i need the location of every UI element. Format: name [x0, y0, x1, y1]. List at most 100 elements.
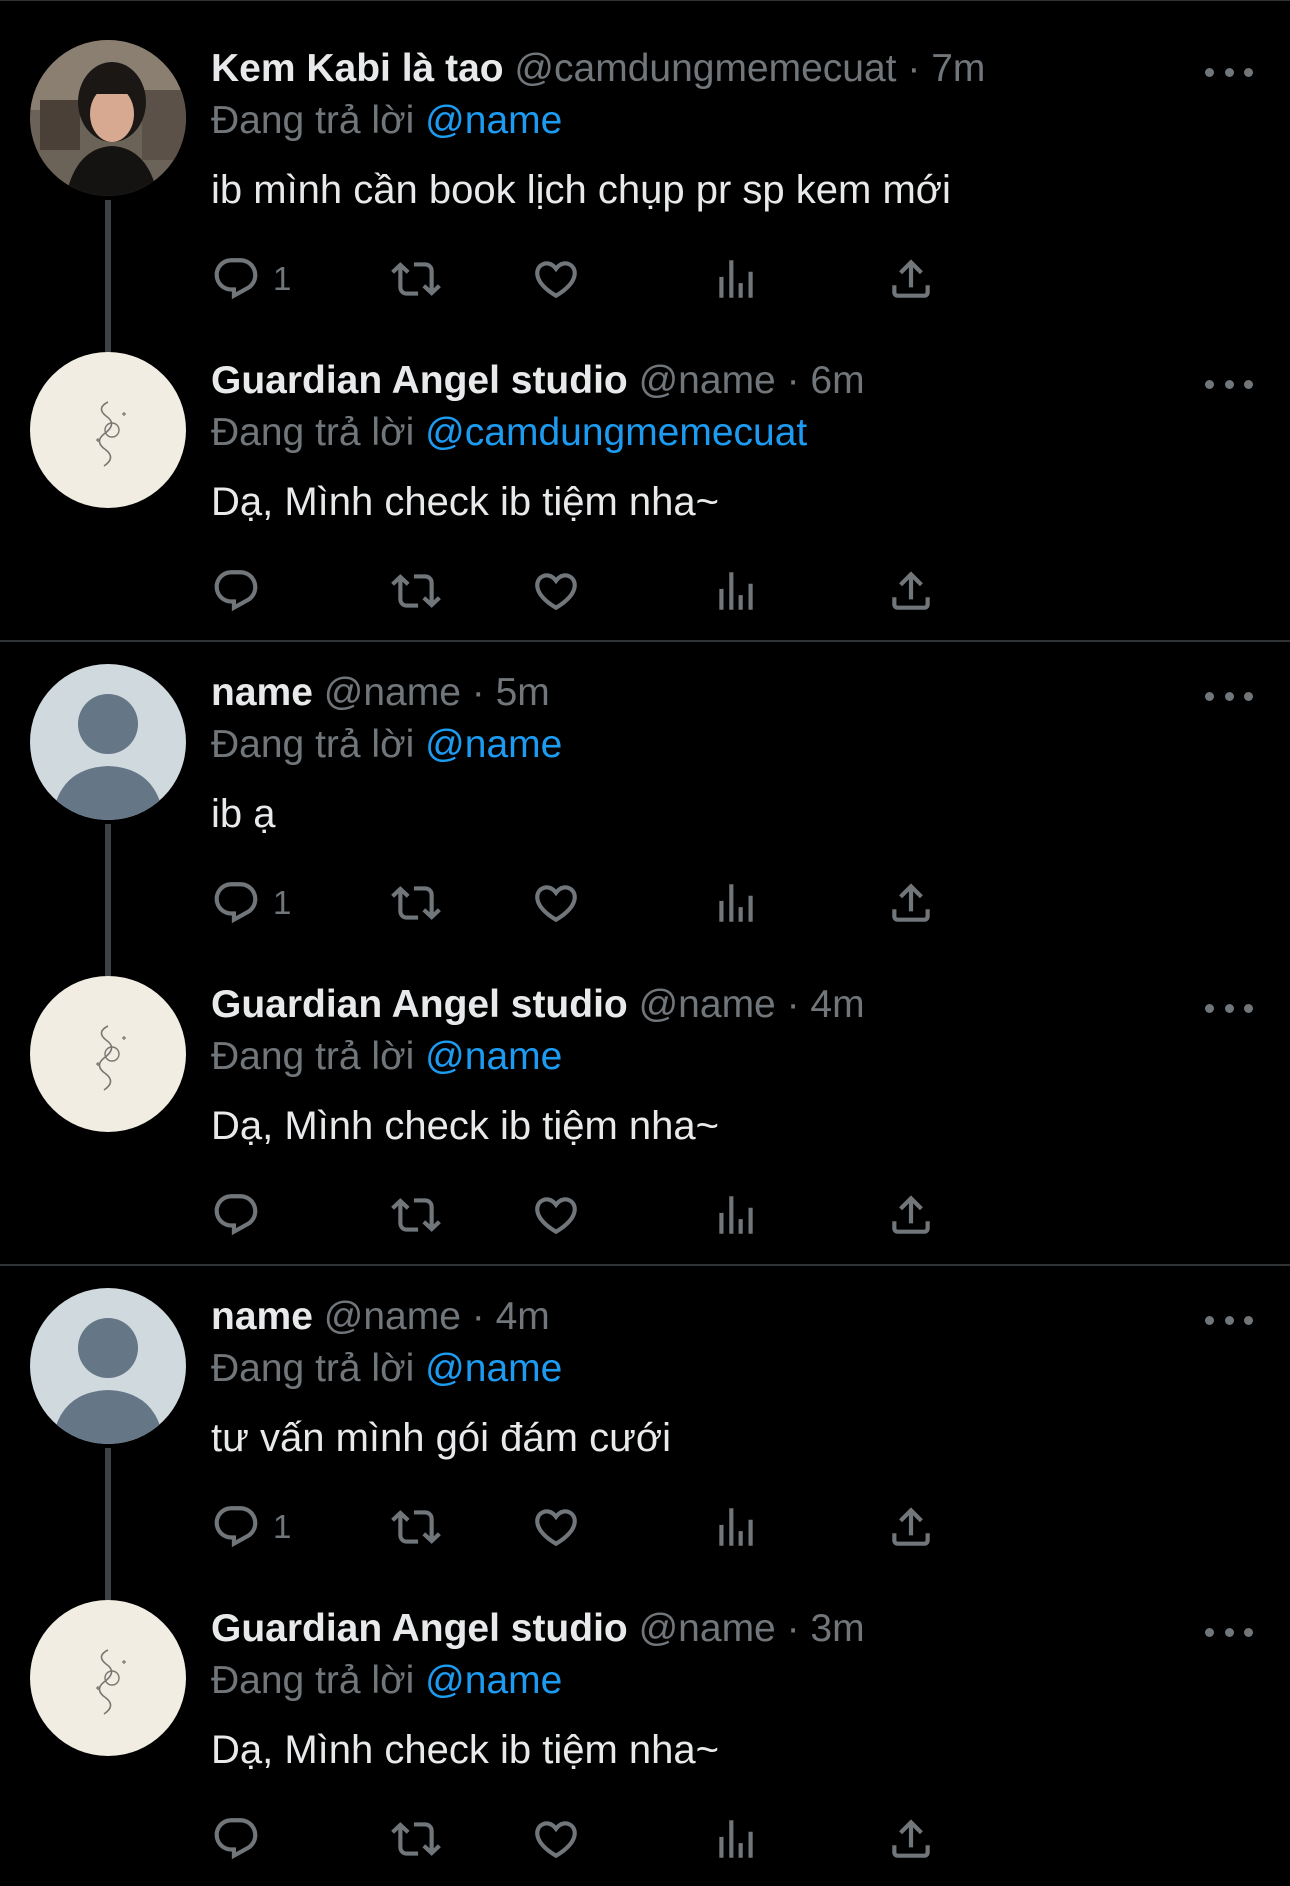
display-name[interactable]: Guardian Angel studio: [211, 359, 628, 402]
handle[interactable]: @name: [639, 359, 776, 402]
reply-button[interactable]: [211, 564, 261, 618]
photo-avatar[interactable]: [30, 40, 186, 196]
handle[interactable]: @name: [324, 671, 461, 714]
display-name[interactable]: name: [211, 1295, 313, 1338]
reply-button[interactable]: [211, 1812, 261, 1866]
display-name[interactable]: Guardian Angel studio: [211, 983, 628, 1026]
display-name[interactable]: Kem Kabi là tao: [211, 47, 504, 90]
tweet-actions: [211, 1812, 1211, 1866]
display-name[interactable]: name: [211, 671, 313, 714]
retweet-button[interactable]: [391, 564, 441, 618]
studio-logo-avatar[interactable]: [30, 976, 186, 1132]
retweet-button[interactable]: [391, 1188, 441, 1242]
tweet-4[interactable]: Guardian Angel studio @name · 4m Đang tr…: [0, 936, 1290, 1248]
tweet-actions: [211, 564, 1211, 618]
tweet-6[interactable]: Guardian Angel studio @name · 3m Đang tr…: [0, 1560, 1290, 1872]
like-button[interactable]: [531, 564, 581, 618]
share-icon: [892, 571, 930, 610]
reply-button[interactable]: [211, 1188, 261, 1242]
timestamp[interactable]: 5m: [496, 671, 550, 714]
more-icon[interactable]: [1205, 64, 1253, 80]
display-name[interactable]: Guardian Angel studio: [211, 1607, 628, 1650]
reply-icon: [214, 258, 258, 300]
mention-link[interactable]: @name: [425, 1659, 562, 1702]
share-button[interactable]: [886, 1188, 936, 1242]
retweet-icon: [391, 1510, 441, 1544]
tweet-header: Guardian Angel studio @name · 3m: [211, 1604, 865, 1654]
like-button[interactable]: [531, 876, 581, 930]
tweet-header: Kem Kabi là tao @camdungmemecuat · 7m: [211, 44, 985, 94]
timestamp[interactable]: 4m: [496, 1295, 550, 1338]
mention-link[interactable]: @name: [425, 99, 562, 142]
handle[interactable]: @camdungmemecuat: [514, 47, 896, 90]
mention-link[interactable]: @camdungmemecuat: [425, 411, 807, 454]
mention-link[interactable]: @name: [425, 723, 562, 766]
timestamp[interactable]: 3m: [810, 1607, 864, 1650]
more-icon[interactable]: [1205, 688, 1253, 704]
analytics-icon: [719, 1196, 753, 1234]
tweet-2[interactable]: Guardian Angel studio @name · 6m Đang tr…: [0, 312, 1290, 624]
share-button[interactable]: [886, 1500, 936, 1554]
reply-count: 1: [273, 260, 292, 297]
views-button[interactable]: [711, 876, 761, 930]
retweet-icon: [391, 574, 441, 608]
separator-dot: ·: [471, 1295, 496, 1338]
more-icon[interactable]: [1205, 1624, 1253, 1640]
tweet-header: Guardian Angel studio @name · 6m: [211, 356, 865, 406]
timestamp[interactable]: 7m: [931, 47, 985, 90]
share-button[interactable]: [886, 252, 936, 306]
tweet-3[interactable]: name @name · 5m Đang trả lời @name ib ạ …: [0, 624, 1290, 976]
replying-label: Đang trả lời: [211, 723, 415, 766]
replying-label: Đang trả lời: [211, 1347, 415, 1390]
reply-button[interactable]: 1: [211, 876, 291, 930]
handle[interactable]: @name: [639, 1607, 776, 1650]
more-icon[interactable]: [1205, 376, 1253, 392]
retweet-button[interactable]: [391, 1812, 441, 1866]
reply-button[interactable]: 1: [211, 1500, 291, 1554]
mention-link[interactable]: @name: [425, 1347, 562, 1390]
like-button[interactable]: [531, 1500, 581, 1554]
like-button[interactable]: [531, 1812, 581, 1866]
more-icon[interactable]: [1205, 1312, 1253, 1328]
handle[interactable]: @name: [324, 1295, 461, 1338]
retweet-button[interactable]: [391, 1500, 441, 1554]
replying-label: Đang trả lời: [211, 1659, 415, 1702]
studio-logo-avatar[interactable]: [30, 1600, 186, 1756]
default-avatar[interactable]: [30, 664, 186, 820]
heart-icon: [535, 1509, 577, 1547]
views-button[interactable]: [711, 1812, 761, 1866]
thread-divider: [0, 640, 1290, 642]
tweet-text: tư vấn mình gói đám cưới: [211, 1416, 671, 1460]
reply-icon: [214, 1818, 258, 1860]
views-button[interactable]: [711, 1188, 761, 1242]
replying-to: Đang trả lời @camdungmemecuat: [211, 408, 807, 458]
mention-link[interactable]: @name: [425, 1035, 562, 1078]
like-button[interactable]: [531, 1188, 581, 1242]
views-button[interactable]: [711, 1500, 761, 1554]
retweet-button[interactable]: [391, 876, 441, 930]
tweet-5[interactable]: name @name · 4m Đang trả lời @name tư vấ…: [0, 1248, 1290, 1600]
reply-count: 1: [273, 884, 292, 921]
handle[interactable]: @name: [639, 983, 776, 1026]
timestamp[interactable]: 6m: [810, 359, 864, 402]
share-button[interactable]: [886, 1812, 936, 1866]
default-avatar[interactable]: [30, 1288, 186, 1444]
more-icon[interactable]: [1205, 1000, 1253, 1016]
share-icon: [892, 883, 930, 922]
timestamp[interactable]: 4m: [810, 983, 864, 1026]
replying-label: Đang trả lời: [211, 411, 415, 454]
studio-logo-avatar[interactable]: [30, 352, 186, 508]
views-button[interactable]: [711, 564, 761, 618]
replying-to: Đang trả lời @name: [211, 1656, 562, 1706]
tweet-1[interactable]: Kem Kabi là tao @camdungmemecuat · 7m Đa…: [0, 0, 1290, 352]
tweet-actions: 1: [211, 252, 1211, 306]
like-button[interactable]: [531, 252, 581, 306]
replying-to: Đang trả lời @name: [211, 1344, 562, 1394]
reply-button[interactable]: 1: [211, 252, 291, 306]
tweet-text: Dạ, Mình check ib tiệm nha~: [211, 1728, 720, 1772]
share-button[interactable]: [886, 876, 936, 930]
separator-dot: ·: [907, 47, 932, 90]
share-button[interactable]: [886, 564, 936, 618]
views-button[interactable]: [711, 252, 761, 306]
retweet-button[interactable]: [391, 252, 441, 306]
